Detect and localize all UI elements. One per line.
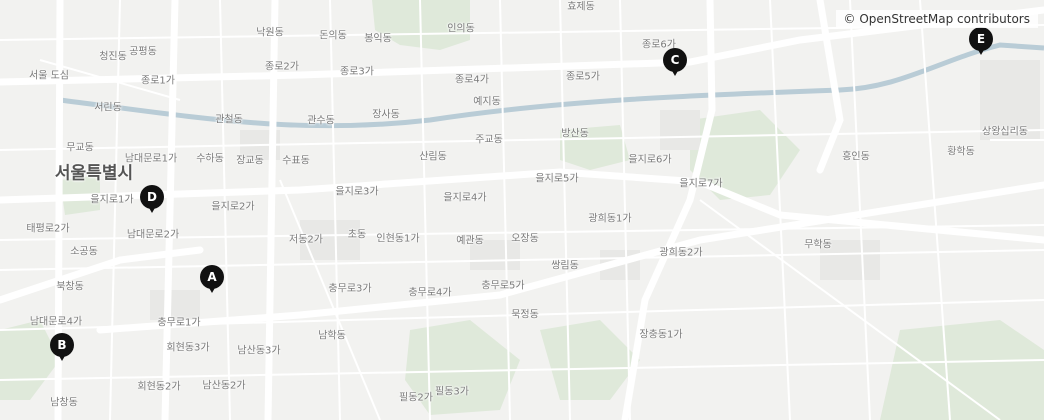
map-canvas[interactable]: 효제동 낙원동 돈의동 봉익동 인의동 공평동 종로6가 청진동 종로2가 종로3가 서울 도심 종로… [0,0,1044,420]
cheonggyecheon-stream [59,42,1044,129]
marker-c[interactable]: C [663,48,687,78]
marker-b[interactable]: B [50,333,74,363]
marker-d[interactable]: D [140,185,164,215]
marker-e[interactable]: E [969,27,993,57]
map-attribution[interactable]: © OpenStreetMap contributors [835,10,1038,28]
marker-a[interactable]: A [200,265,224,295]
